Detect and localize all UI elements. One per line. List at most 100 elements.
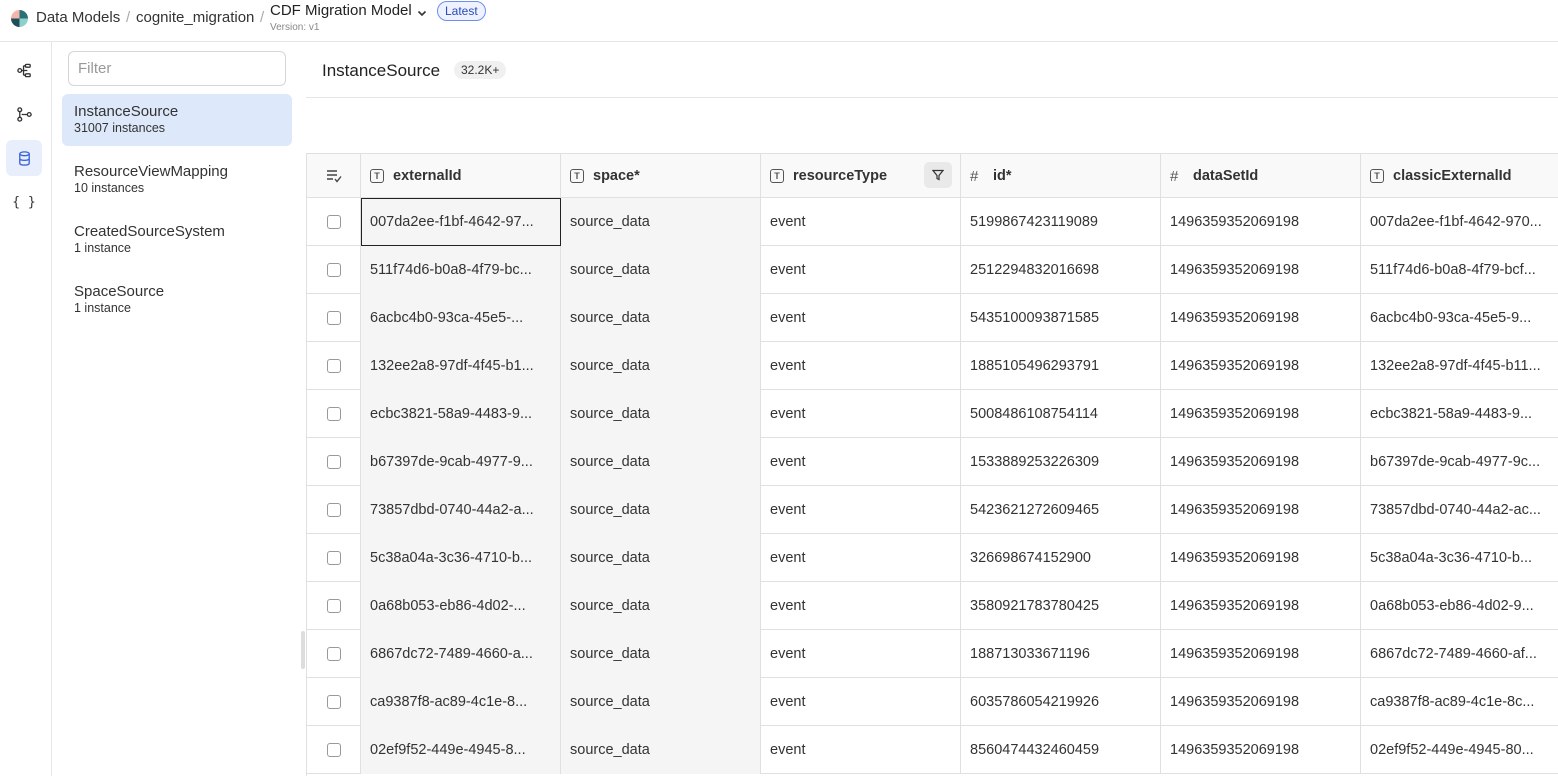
table-cell[interactable]: event (761, 582, 961, 630)
table-cell[interactable]: 1496359352069198 (1161, 630, 1361, 678)
table-cell[interactable]: 511f74d6-b0a8-4f79-bcf... (1361, 246, 1558, 294)
database-icon[interactable] (6, 140, 42, 176)
table-row[interactable]: 6acbc4b0-93ca-45e5-... source_data event 54… (307, 294, 1558, 342)
row-checkbox[interactable] (326, 215, 341, 229)
table-cell[interactable]: 02ef9f52-449e-4945-8... (361, 726, 561, 774)
row-checkbox[interactable] (326, 359, 341, 373)
table-row[interactable]: 132ee2a8-97df-4f45-b1... source_data event… (307, 342, 1558, 390)
table-cell[interactable]: 6035786054219926 (961, 678, 1161, 726)
table-cell[interactable]: source_data (561, 534, 761, 582)
table-cell[interactable]: 1496359352069198 (1161, 726, 1361, 774)
table-cell[interactable]: source_data (561, 342, 761, 390)
table-cell[interactable]: 6867dc72-7489-4660-a... (361, 630, 561, 678)
table-cell[interactable]: 8560474432460459 (961, 726, 1161, 774)
column-header-resourcetype[interactable]: TresourceType (761, 154, 961, 198)
table-cell[interactable]: event (761, 342, 961, 390)
table-cell[interactable]: event (761, 390, 961, 438)
table-cell[interactable]: 1496359352069198 (1161, 342, 1361, 390)
column-header-classicexternalid[interactable]: TclassicExternalId (1361, 154, 1558, 198)
row-checkbox[interactable] (326, 263, 341, 277)
row-checkbox[interactable] (326, 311, 341, 325)
column-filter-icon[interactable] (924, 162, 952, 188)
table-cell[interactable]: source_data (561, 726, 761, 774)
table-cell[interactable]: event (761, 246, 961, 294)
breadcrumb-data-models[interactable]: Data Models (36, 9, 120, 26)
table-cell[interactable]: 007da2ee-f1bf-4642-97... (361, 198, 561, 246)
row-checkbox[interactable] (326, 647, 341, 661)
row-checkbox[interactable] (326, 407, 341, 421)
table-cell[interactable]: ca9387f8-ac89-4c1e-8c... (1361, 678, 1558, 726)
table-cell[interactable]: ecbc3821-58a9-4483-9... (361, 390, 561, 438)
table-cell[interactable]: 1496359352069198 (1161, 534, 1361, 582)
table-cell[interactable]: source_data (561, 582, 761, 630)
table-cell[interactable]: b67397de-9cab-4977-9... (361, 438, 561, 486)
table-cell[interactable]: 132ee2a8-97df-4f45-b11... (1361, 342, 1558, 390)
column-header-id[interactable]: # id* (961, 154, 1161, 198)
table-row[interactable]: 73857dbd-0740-44a2-a... source_data event 5… (307, 486, 1558, 534)
table-row[interactable]: b67397de-9cab-4977-9... source_data event 1… (307, 438, 1558, 486)
table-row[interactable]: 0a68b053-eb86-4d02-... source_data event 35… (307, 582, 1558, 630)
schema-icon[interactable] (6, 96, 42, 132)
table-cell[interactable]: event (761, 726, 961, 774)
table-row[interactable]: 007da2ee-f1bf-4642-97... source_data event… (307, 198, 1558, 246)
table-cell[interactable]: 2512294832016698 (961, 246, 1161, 294)
panel-resize-handle[interactable] (301, 631, 305, 669)
table-cell[interactable]: 5435100093871585 (961, 294, 1161, 342)
table-cell[interactable]: 132ee2a8-97df-4f45-b1... (361, 342, 561, 390)
table-cell[interactable]: ca9387f8-ac89-4c1e-8... (361, 678, 561, 726)
table-cell[interactable]: 511f74d6-b0a8-4f79-bc... (361, 246, 561, 294)
table-cell[interactable]: 007da2ee-f1bf-4642-970... (1361, 198, 1558, 246)
table-cell[interactable]: event (761, 534, 961, 582)
table-cell[interactable]: 5008486108754114 (961, 390, 1161, 438)
table-cell[interactable]: 1496359352069198 (1161, 246, 1361, 294)
table-cell[interactable]: 1496359352069198 (1161, 486, 1361, 534)
relation-graph-icon[interactable] (6, 52, 42, 88)
table-cell[interactable]: source_data (561, 486, 761, 534)
table-cell[interactable]: 0a68b053-eb86-4d02-9... (1361, 582, 1558, 630)
column-header-datasetid[interactable]: # dataSetId (1161, 154, 1361, 198)
table-cell[interactable]: 02ef9f52-449e-4945-80... (1361, 726, 1558, 774)
table-cell[interactable]: 6acbc4b0-93ca-45e5-... (361, 294, 561, 342)
table-cell[interactable]: ecbc3821-58a9-4483-9... (1361, 390, 1558, 438)
table-cell[interactable]: source_data (561, 630, 761, 678)
table-cell[interactable]: event (761, 438, 961, 486)
filter-input[interactable] (68, 51, 286, 86)
table-cell[interactable]: 3580921783780425 (961, 582, 1161, 630)
table-cell[interactable]: 5199867423119089 (961, 198, 1161, 246)
table-row[interactable]: ca9387f8-ac89-4c1e-8... source_data event 6… (307, 678, 1558, 726)
chevron-down-icon[interactable] (415, 6, 429, 20)
table-cell[interactable]: source_data (561, 294, 761, 342)
breadcrumb-space[interactable]: cognite_migration (136, 9, 254, 26)
table-cell[interactable]: 73857dbd-0740-44a2-a... (361, 486, 561, 534)
table-cell[interactable]: b67397de-9cab-4977-9c... (1361, 438, 1558, 486)
table-cell[interactable]: 1496359352069198 (1161, 390, 1361, 438)
type-item-spacesource[interactable]: SpaceSource 1 instance (62, 274, 292, 326)
type-item-instancesource[interactable]: InstanceSource 31007 instances (62, 94, 292, 146)
table-cell[interactable]: source_data (561, 438, 761, 486)
cognite-logo-icon[interactable] (11, 10, 28, 27)
table-cell[interactable]: source_data (561, 198, 761, 246)
table-cell[interactable]: event (761, 630, 961, 678)
table-cell[interactable]: 0a68b053-eb86-4d02-... (361, 582, 561, 630)
table-cell[interactable]: 6867dc72-7489-4660-af... (1361, 630, 1558, 678)
row-checkbox[interactable] (326, 503, 341, 517)
type-item-createdsourcesystem[interactable]: CreatedSourceSystem 1 instance (62, 214, 292, 266)
braces-icon[interactable]: { } (6, 184, 42, 220)
row-checkbox[interactable] (326, 455, 341, 469)
row-checkbox[interactable] (326, 599, 341, 613)
table-cell[interactable]: 1885105496293791 (961, 342, 1161, 390)
table-row[interactable]: 02ef9f52-449e-4945-8... source_data event 8… (307, 726, 1558, 774)
type-item-resourceviewmapping[interactable]: ResourceViewMapping 10 instances (62, 154, 292, 206)
table-cell[interactable]: 6acbc4b0-93ca-45e5-9... (1361, 294, 1558, 342)
column-header-externalid[interactable]: TexternalId (361, 154, 561, 198)
column-settings-icon[interactable] (307, 154, 361, 198)
table-cell[interactable]: 73857dbd-0740-44a2-ac... (1361, 486, 1558, 534)
table-cell[interactable]: 5c38a04a-3c36-4710-b... (1361, 534, 1558, 582)
table-cell[interactable]: event (761, 678, 961, 726)
column-header-space[interactable]: Tspace* (561, 154, 761, 198)
table-row[interactable]: 511f74d6-b0a8-4f79-bc... source_data event… (307, 246, 1558, 294)
table-row[interactable]: ecbc3821-58a9-4483-9... source_data event 5… (307, 390, 1558, 438)
table-cell[interactable]: source_data (561, 246, 761, 294)
table-cell[interactable]: source_data (561, 390, 761, 438)
row-checkbox[interactable] (326, 551, 341, 565)
